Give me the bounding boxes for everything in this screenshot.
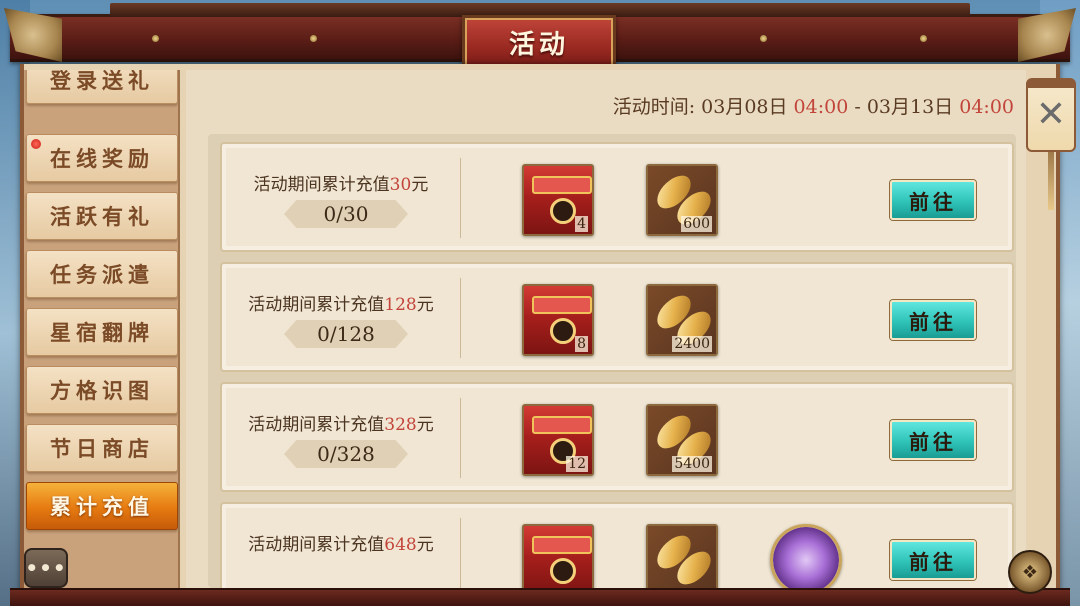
desc-prefix: 活动期间累计充值 xyxy=(253,175,390,195)
go-button-label: 前往 xyxy=(909,189,957,214)
beam-stud xyxy=(310,35,317,42)
go-button[interactable]: 前往 xyxy=(890,300,976,340)
item-qty: 600 xyxy=(681,216,712,232)
red-chest-icon[interactable]: 12 xyxy=(522,404,594,476)
sidebar-item-label: 节日商店 xyxy=(50,436,154,461)
desc-amount: 648 xyxy=(384,535,417,555)
desc-unit: 元 xyxy=(416,535,434,555)
row-divider xyxy=(460,518,461,588)
desc-unit: 元 xyxy=(411,175,429,195)
item-qty: 5400 xyxy=(672,456,712,472)
sidebar-item-label: 星宿翻牌 xyxy=(50,320,154,345)
seed-art xyxy=(648,526,716,588)
progress-counter: 0/30 xyxy=(284,200,408,228)
item-qty: 12 xyxy=(566,456,588,472)
go-button[interactable]: 前往 xyxy=(890,180,976,220)
chat-glyph: ••• xyxy=(25,556,67,580)
desc-prefix: 活动期间累计充值 xyxy=(248,295,385,315)
sidebar-item-task-dispatch[interactable]: 任务派遣 xyxy=(26,250,178,298)
go-button-label: 前往 xyxy=(909,429,957,454)
reward-list[interactable]: 活动期间累计充值30元 0/30 4 600 前往 活动期间累计充值128元 0… xyxy=(208,134,1016,588)
golden-seed-icon[interactable]: 600 xyxy=(646,164,718,236)
title-plaque: 活动 xyxy=(462,15,616,69)
chat-bubble-icon[interactable]: ••• xyxy=(24,548,68,588)
bottom-beam xyxy=(10,588,1070,606)
desc-unit: 元 xyxy=(416,295,434,315)
menu-shortcut-icon[interactable]: ❖ xyxy=(1008,550,1052,594)
row-description: 活动期间累计充值128元 xyxy=(222,290,460,315)
golden-seed-icon[interactable]: 2400 xyxy=(646,284,718,356)
go-button-label: 前往 xyxy=(909,549,957,574)
desc-prefix: 活动期间累计充值 xyxy=(248,535,385,555)
sidebar-item-star-flip[interactable]: 星宿翻牌 xyxy=(26,308,178,356)
progress-counter: 0/328 xyxy=(284,440,408,468)
corner-glyph: ❖ xyxy=(1021,561,1039,583)
red-chest-icon[interactable]: 4 xyxy=(522,164,594,236)
desc-prefix: 活动期间累计充值 xyxy=(248,415,385,435)
sidebar-item-label: 任务派遣 xyxy=(50,262,154,287)
content-panel: 活动时间: 03月08日 04:00 - 03月13日 04:00 活动期间累计… xyxy=(186,70,1026,588)
sidebar-item-cumulative-recharge[interactable]: 累计充值 xyxy=(26,482,178,530)
beam-stud xyxy=(152,35,159,42)
sidebar-item-label: 登录送礼 xyxy=(50,70,154,93)
sidebar-item-label: 在线奖励 xyxy=(50,146,154,171)
list-item: 活动期间累计充值128元 0/128 8 2400 前往 xyxy=(220,262,1014,372)
sidebar-item-online-reward[interactable]: 在线奖励 xyxy=(26,134,178,182)
sidebar-item-label: 方格识图 xyxy=(50,378,154,403)
desc-unit: 元 xyxy=(416,415,434,435)
sidebar-item-festival-shop[interactable]: 节日商店 xyxy=(26,424,178,472)
sidebar-item-grid-puzzle[interactable]: 方格识图 xyxy=(26,366,178,414)
row-divider xyxy=(460,278,461,358)
orb-art xyxy=(773,527,839,588)
item-qty: 4 xyxy=(575,216,588,232)
golden-seed-icon[interactable]: 5400 xyxy=(646,404,718,476)
purple-orb-icon[interactable] xyxy=(770,524,842,588)
sidebar-item-activity-gift[interactable]: 活跃有礼 xyxy=(26,192,178,240)
row-divider xyxy=(460,158,461,238)
beam-stud xyxy=(920,35,927,42)
close-button[interactable]: ✕ xyxy=(1026,78,1076,152)
desc-amount: 328 xyxy=(384,415,417,435)
golden-seed-icon[interactable] xyxy=(646,524,718,588)
event-time-label: 活动时间: xyxy=(612,96,696,118)
beam-stud xyxy=(760,35,767,42)
sidebar-item-label: 累计充值 xyxy=(50,494,154,519)
tassel-decoration xyxy=(1048,152,1054,210)
sidebar-item-login-gift[interactable]: 登录送礼 xyxy=(26,70,178,104)
event-start-date: 03月08日 xyxy=(701,96,788,118)
event-end-time: 04:00 xyxy=(959,96,1014,118)
item-qty: 2400 xyxy=(672,336,712,352)
red-chest-icon[interactable]: 8 xyxy=(522,284,594,356)
item-qty: 8 xyxy=(575,336,588,352)
list-item: 活动期间累计充值328元 0/328 12 5400 前往 xyxy=(220,382,1014,492)
event-start-time: 04:00 xyxy=(793,96,849,118)
go-button[interactable]: 前往 xyxy=(890,420,976,460)
sidebar-item-label: 活跃有礼 xyxy=(50,204,154,229)
go-button-label: 前往 xyxy=(909,309,957,334)
progress-counter: 0/128 xyxy=(284,320,408,348)
sidebar[interactable]: 登录送礼 在线奖励 活跃有礼 任务派遣 星宿翻牌 方格识图 节日商店 累计充值 xyxy=(24,70,180,588)
row-description: 活动期间累计充值328元 xyxy=(222,410,460,435)
event-time-separator: - xyxy=(854,96,861,118)
row-divider xyxy=(460,398,461,478)
desc-amount: 128 xyxy=(384,295,417,315)
notification-dot-icon xyxy=(31,139,41,149)
red-chest-icon[interactable] xyxy=(522,524,594,588)
row-description: 活动期间累计充值648元 xyxy=(222,530,460,555)
list-item: 活动期间累计充值30元 0/30 4 600 前往 xyxy=(220,142,1014,252)
go-button[interactable]: 前往 xyxy=(890,540,976,580)
desc-amount: 30 xyxy=(389,175,412,195)
event-end-date: 03月13日 xyxy=(866,96,954,118)
event-time: 活动时间: 03月08日 04:00 - 03月13日 04:00 xyxy=(613,92,1014,119)
list-item: 活动期间累计充值648元 前往 xyxy=(220,502,1014,588)
close-icon: ✕ xyxy=(1035,94,1067,135)
chest-art xyxy=(524,526,592,588)
page-title: 活动 xyxy=(508,29,569,60)
row-description: 活动期间累计充值30元 xyxy=(222,170,460,195)
